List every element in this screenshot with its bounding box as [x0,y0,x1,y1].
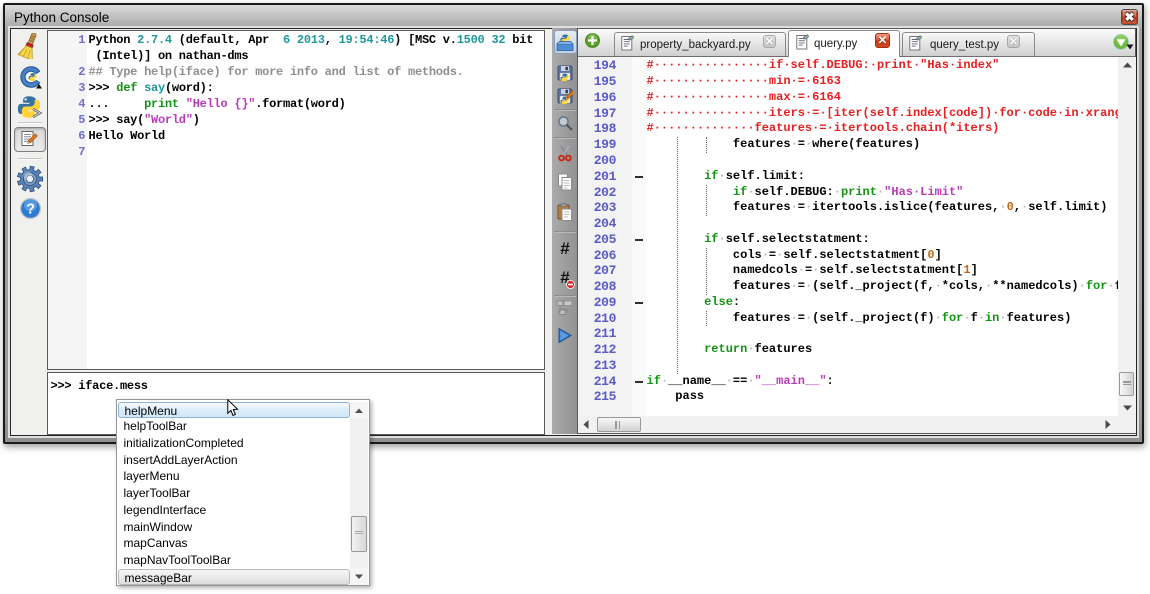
svg-text:?: ? [26,202,35,218]
